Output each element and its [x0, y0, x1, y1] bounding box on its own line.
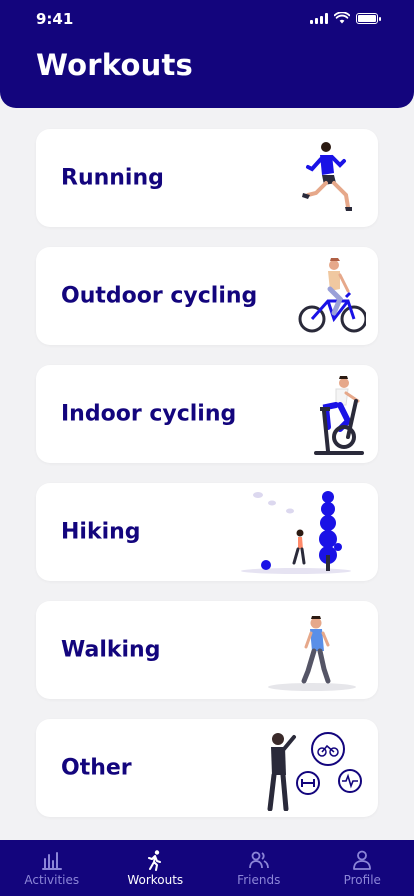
status-icons: [310, 12, 381, 24]
workout-label: Running: [61, 165, 164, 191]
workout-card-walking[interactable]: Walking: [36, 601, 378, 699]
running-person-icon: [302, 142, 352, 211]
workout-card-hiking[interactable]: Hiking: [36, 483, 378, 581]
tab-bar: Activities Workouts Friends Profile: [0, 840, 414, 896]
hiker-icon: [241, 491, 351, 574]
workout-label: Walking: [61, 637, 161, 663]
tab-label: Activities: [24, 873, 80, 887]
tab-label: Friends: [237, 873, 281, 887]
workout-list: Running Outdoor cycling Indoor cycling H…: [36, 129, 378, 837]
page-title: Workouts: [36, 48, 193, 82]
workout-card-running[interactable]: Running: [36, 129, 378, 227]
tab-label: Workouts: [127, 873, 184, 887]
header: 9:41 Workouts: [0, 0, 414, 108]
tab-profile[interactable]: Profile: [311, 840, 414, 896]
walking-person-icon: [268, 616, 356, 691]
outdoor-cyclist-icon: [298, 258, 366, 333]
workout-card-other[interactable]: Other: [36, 719, 378, 817]
profile-icon: [353, 850, 372, 870]
runner-icon: [148, 850, 162, 871]
friends-icon: [248, 851, 269, 869]
bar-chart-icon: [41, 852, 62, 870]
workout-label: Outdoor cycling: [61, 283, 258, 309]
indoor-bike-icon: [314, 376, 364, 455]
status-time: 9:41: [36, 10, 74, 28]
tab-friends[interactable]: Friends: [207, 840, 311, 896]
workout-card-indoor-cycling[interactable]: Indoor cycling: [36, 365, 378, 463]
tab-label: Profile: [343, 873, 381, 887]
workout-label: Indoor cycling: [61, 401, 237, 427]
tab-workouts[interactable]: Workouts: [104, 840, 208, 896]
other-activities-icon: [267, 732, 362, 811]
workout-label: Other: [61, 755, 132, 781]
wifi-icon: [334, 12, 350, 24]
workout-card-outdoor-cycling[interactable]: Outdoor cycling: [36, 247, 378, 345]
workout-label: Hiking: [61, 519, 141, 545]
signal-icon: [310, 12, 328, 24]
tab-activities[interactable]: Activities: [0, 840, 104, 896]
battery-icon: [356, 12, 381, 24]
